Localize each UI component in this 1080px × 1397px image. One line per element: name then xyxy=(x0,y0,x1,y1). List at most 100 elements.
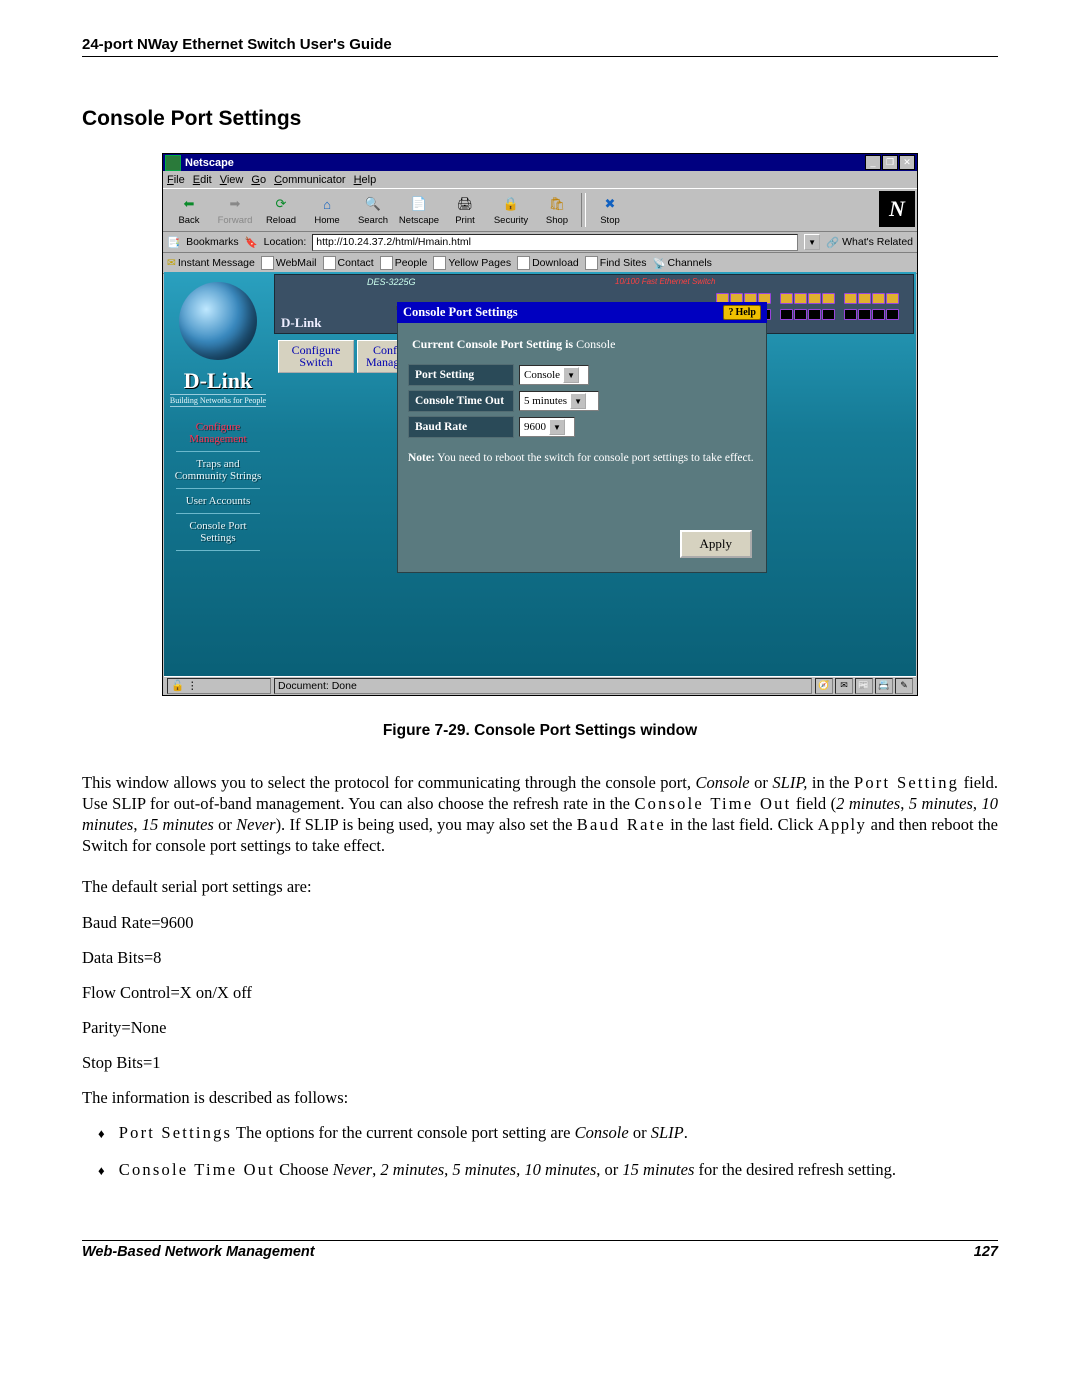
url-field[interactable]: http://10.24.37.2/html/Hmain.html xyxy=(312,234,798,251)
app-icon xyxy=(165,155,181,171)
dropdown-icon[interactable]: ▼ xyxy=(804,234,820,250)
default-baud: Baud Rate=9600 xyxy=(82,912,998,933)
default-flow: Flow Control=X on/X off xyxy=(82,982,998,1003)
related-icon[interactable]: 🔗 xyxy=(826,236,839,249)
status-icon-comp[interactable]: ✎ xyxy=(895,678,913,694)
bookmarks-icon[interactable]: 📑 xyxy=(167,236,180,249)
lock-icon: 🔒 xyxy=(500,194,522,214)
default-stopbits: Stop Bits=1 xyxy=(82,1052,998,1073)
maximize-button[interactable]: ❐ xyxy=(882,155,898,170)
reload-button[interactable]: ⟳Reload xyxy=(259,191,303,229)
status-icon-ab[interactable]: 📇 xyxy=(875,678,893,694)
home-button[interactable]: ⌂Home xyxy=(305,191,349,229)
brand-subtitle: Building Networks for People xyxy=(170,394,266,407)
menu-help[interactable]: Help xyxy=(354,174,377,186)
status-security[interactable]: 🔓 ⋮ xyxy=(167,678,271,694)
status-icon-nav[interactable]: 🧭 xyxy=(815,678,833,694)
chevron-down-icon: ▼ xyxy=(570,393,586,409)
menu-communicator[interactable]: Communicator xyxy=(274,174,346,186)
link-find-sites[interactable]: Find Sites xyxy=(585,256,647,270)
security-button[interactable]: 🔒Security xyxy=(489,191,533,229)
page-icon xyxy=(323,256,336,270)
info-intro: The information is described as follows: xyxy=(82,1087,998,1108)
netscape-icon: 📄 xyxy=(408,194,430,214)
status-text: Document: Done xyxy=(274,678,812,694)
default-parity: Parity=None xyxy=(82,1017,998,1038)
paragraph-intro: This window allows you to select the pro… xyxy=(82,772,998,856)
stop-button[interactable]: ✖Stop xyxy=(588,191,632,229)
forward-icon: ➡ xyxy=(224,194,246,214)
nav-configure-management[interactable]: ConfigureManagement xyxy=(189,421,246,445)
search-icon: 🔍 xyxy=(362,194,384,214)
minimize-button[interactable]: _ xyxy=(865,155,881,170)
label-baud-rate: Baud Rate xyxy=(408,416,514,438)
page-icon xyxy=(380,256,393,270)
apply-button[interactable]: Apply xyxy=(680,530,753,558)
shop-icon: 🛍 xyxy=(546,194,568,214)
page-icon xyxy=(585,256,598,270)
nav-user-accounts[interactable]: User Accounts xyxy=(186,495,250,507)
status-icon-mail[interactable]: ✉ xyxy=(835,678,853,694)
page-icon xyxy=(517,256,530,270)
back-button[interactable]: ⬅Back xyxy=(167,191,211,229)
netscape-button[interactable]: 📄Netscape xyxy=(397,191,441,229)
select-port-setting[interactable]: Console▼ xyxy=(519,365,589,385)
location-icon: 🔖 xyxy=(245,236,258,249)
menu-go[interactable]: Go xyxy=(251,174,266,186)
bullet-port-settings: Port Settings The options for the curren… xyxy=(82,1122,998,1143)
throbber-icon: N xyxy=(879,191,915,227)
personal-toolbar: ✉Instant Message WebMail Contact People … xyxy=(163,253,917,274)
section-title: Console Port Settings xyxy=(82,107,998,131)
label-console-timeout: Console Time Out xyxy=(408,390,514,412)
shop-button[interactable]: 🛍Shop xyxy=(535,191,579,229)
select-baud-rate[interactable]: 9600▼ xyxy=(519,417,575,437)
tab-configure-switch[interactable]: ConfigureSwitch xyxy=(278,340,354,373)
left-sidebar: D-Link Building Networks for People Conf… xyxy=(164,272,272,677)
footer-title: Web-Based Network Management xyxy=(82,1244,315,1260)
bookmarks-label[interactable]: Bookmarks xyxy=(186,236,239,248)
console-panel: Console Port Settings ?Help Current Cons… xyxy=(397,302,767,573)
back-icon: ⬅ xyxy=(178,194,200,214)
chevron-down-icon: ▼ xyxy=(549,419,565,435)
link-download[interactable]: Download xyxy=(517,256,579,270)
page-footer: Web-Based Network Management 127 xyxy=(82,1240,998,1260)
help-icon: ? xyxy=(728,307,733,318)
home-icon: ⌂ xyxy=(316,194,338,214)
doc-header: 24-port NWay Ethernet Switch User's Guid… xyxy=(82,36,392,53)
link-channels[interactable]: 📡Channels xyxy=(652,257,711,270)
default-databits: Data Bits=8 xyxy=(82,947,998,968)
globe-icon xyxy=(179,282,257,360)
location-label: Location: xyxy=(264,236,307,248)
close-button[interactable]: ✕ xyxy=(899,155,915,170)
search-button[interactable]: 🔍Search xyxy=(351,191,395,229)
link-yellow-pages[interactable]: Yellow Pages xyxy=(433,256,511,270)
menubar: FFileile Edit View Go Communicator Help xyxy=(163,171,917,188)
forward-button[interactable]: ➡Forward xyxy=(213,191,257,229)
menu-edit[interactable]: Edit xyxy=(193,174,212,186)
nav-console-port[interactable]: Console PortSettings xyxy=(189,520,246,544)
panel-note: Note: You need to reboot the switch for … xyxy=(408,452,756,464)
page-number: 127 xyxy=(974,1244,998,1260)
window-title: Netscape xyxy=(185,157,864,169)
whats-related[interactable]: What's Related xyxy=(842,236,913,248)
defaults-intro: The default serial port settings are: xyxy=(82,876,998,897)
menu-view[interactable]: View xyxy=(220,174,244,186)
banner-brand: D-Link xyxy=(281,315,321,331)
link-webmail[interactable]: WebMail xyxy=(261,256,317,270)
print-icon: 🖨 xyxy=(454,194,476,214)
figure-caption: Figure 7-29. Console Port Settings windo… xyxy=(82,722,998,740)
select-console-timeout[interactable]: 5 minutes▼ xyxy=(519,391,599,411)
location-bar: 📑 Bookmarks 🔖 Location: http://10.24.37.… xyxy=(163,232,917,253)
page-icon xyxy=(261,256,274,270)
reload-icon: ⟳ xyxy=(270,194,292,214)
print-button[interactable]: 🖨Print xyxy=(443,191,487,229)
nav-traps[interactable]: Traps andCommunity Strings xyxy=(175,458,262,482)
chevron-down-icon: ▼ xyxy=(563,367,579,383)
link-contact[interactable]: Contact xyxy=(323,256,374,270)
link-people[interactable]: People xyxy=(380,256,428,270)
link-instant-message[interactable]: ✉Instant Message xyxy=(167,257,255,269)
status-icon-news[interactable]: 📰 xyxy=(855,678,873,694)
panel-help-button[interactable]: ?Help xyxy=(723,305,761,320)
menu-file[interactable]: FFileile xyxy=(167,174,185,186)
bullet-console-timeout: Console Time Out Choose Never, 2 minutes… xyxy=(82,1159,998,1180)
